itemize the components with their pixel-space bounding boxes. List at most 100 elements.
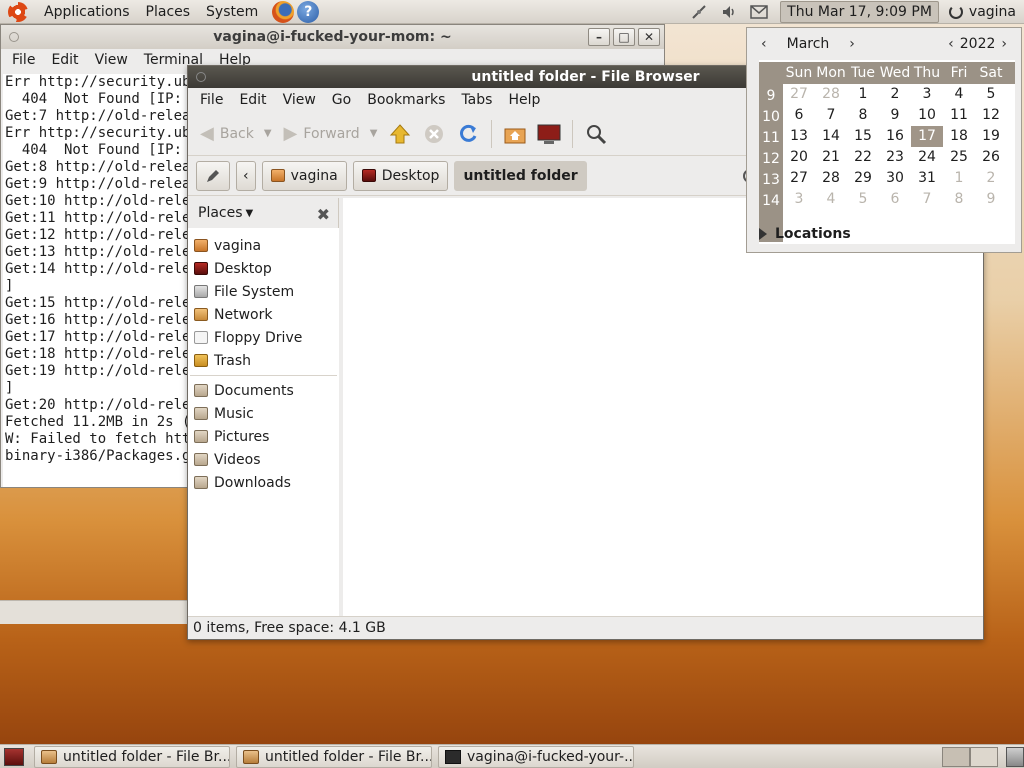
next-year-button[interactable]: › [995, 36, 1013, 52]
calendar-day[interactable]: 27 [783, 168, 815, 189]
calendar-day[interactable]: 7 [815, 105, 847, 126]
calendar-day[interactable]: 3 [783, 189, 815, 210]
workspace-2[interactable] [970, 746, 998, 767]
up-button[interactable] [383, 118, 417, 150]
calendar-day[interactable]: 12 [975, 105, 1007, 126]
calendar-day[interactable]: 13 [783, 126, 815, 147]
calendar-day[interactable]: 17 [911, 126, 943, 147]
network-icon[interactable] [690, 3, 708, 21]
terminal-menu-file[interactable]: File [4, 52, 43, 68]
minimize-button[interactable]: – [588, 28, 610, 46]
sidebar-type-selector[interactable]: Places ▼ [188, 198, 338, 228]
calendar-day[interactable]: 8 [847, 105, 879, 126]
calendar-day[interactable]: 24 [911, 147, 943, 168]
reload-button[interactable] [451, 118, 485, 150]
help-icon[interactable]: ? [297, 0, 320, 23]
next-month-button[interactable]: › [843, 36, 861, 52]
taskbar-button[interactable]: untitled folder - File Br... [236, 745, 432, 768]
calendar-day[interactable]: 19 [975, 126, 1007, 147]
mail-icon[interactable] [750, 3, 768, 21]
calendar-day[interactable]: 11 [943, 105, 975, 126]
user-menu[interactable]: vagina [939, 4, 1024, 20]
calendar-day[interactable]: 23 [879, 147, 911, 168]
close-button[interactable]: ✕ [638, 28, 660, 46]
terminal-menu-view[interactable]: View [87, 52, 136, 68]
places-menu[interactable]: Places [138, 4, 199, 20]
path-button-current[interactable]: untitled folder [454, 160, 587, 191]
calendar-day[interactable]: 6 [879, 189, 911, 210]
calendar-day[interactable]: 26 [975, 147, 1007, 168]
sidebar-item-vagina[interactable]: vagina [188, 234, 339, 257]
calendar-day[interactable]: 6 [783, 105, 815, 126]
sidebar-item-desktop[interactable]: Desktop [188, 257, 339, 280]
calendar-day[interactable]: 4 [815, 189, 847, 210]
calendar-day[interactable]: 1 [943, 168, 975, 189]
sidebar-item-downloads[interactable]: Downloads [188, 471, 339, 494]
applications-menu[interactable]: Applications [36, 4, 138, 20]
calendar-day[interactable]: 25 [943, 147, 975, 168]
calendar-day[interactable]: 20 [783, 147, 815, 168]
sidebar-item-file-system[interactable]: File System [188, 280, 339, 303]
calendar-day[interactable]: 9 [879, 105, 911, 126]
menu-file[interactable]: File [192, 92, 231, 108]
calendar-day[interactable]: 22 [847, 147, 879, 168]
calendar-day[interactable]: 15 [847, 126, 879, 147]
calendar-day[interactable]: 14 [815, 126, 847, 147]
calendar-day[interactable]: 10 [911, 105, 943, 126]
calendar-day[interactable]: 31 [911, 168, 943, 189]
sidebar-item-floppy-drive[interactable]: Floppy Drive [188, 326, 339, 349]
calendar-day[interactable]: 7 [911, 189, 943, 210]
taskbar-button[interactable]: vagina@i-fucked-your-... [438, 745, 634, 768]
home-button[interactable] [498, 118, 532, 150]
calendar-day[interactable]: 28 [815, 168, 847, 189]
ubuntu-logo-icon[interactable] [8, 1, 28, 22]
clock-button[interactable]: Thu Mar 17, 9:09 PM [780, 0, 939, 23]
close-sidebar-icon[interactable]: ✖ [317, 205, 330, 224]
calendar-day[interactable]: 3 [911, 84, 943, 105]
calendar-day[interactable]: 8 [943, 189, 975, 210]
back-button[interactable]: ◀ Back ▼ [194, 118, 278, 150]
calendar-day[interactable]: 5 [975, 84, 1007, 105]
locations-expander[interactable]: Locations [759, 226, 851, 242]
calendar-day[interactable]: 18 [943, 126, 975, 147]
forward-button[interactable]: ▶ Forward ▼ [278, 118, 384, 150]
calendar-day[interactable]: 5 [847, 189, 879, 210]
sidebar-item-network[interactable]: Network [188, 303, 339, 326]
menu-help[interactable]: Help [500, 92, 548, 108]
calendar-day[interactable]: 9 [975, 189, 1007, 210]
trash-applet-icon[interactable] [1006, 746, 1024, 767]
computer-button[interactable] [532, 118, 566, 150]
terminal-titlebar[interactable]: vagina@i-fucked-your-mom: ~ – □ ✕ [1, 25, 664, 49]
workspace-1[interactable] [942, 746, 970, 767]
calendar-day[interactable]: 4 [943, 84, 975, 105]
menu-edit[interactable]: Edit [231, 92, 274, 108]
prev-month-button[interactable]: ‹ [755, 36, 773, 52]
sidebar-item-trash[interactable]: Trash [188, 349, 339, 372]
menu-view[interactable]: View [275, 92, 324, 108]
path-button-home[interactable]: vagina [261, 160, 347, 191]
firefox-icon[interactable] [272, 0, 295, 23]
window-menu-icon[interactable] [9, 32, 19, 42]
calendar-day[interactable]: 30 [879, 168, 911, 189]
maximize-button[interactable]: □ [613, 28, 635, 46]
menu-bookmarks[interactable]: Bookmarks [359, 92, 453, 108]
edit-location-button[interactable] [196, 160, 230, 191]
menu-go[interactable]: Go [324, 92, 359, 108]
show-desktop-button[interactable] [4, 747, 24, 766]
sidebar-item-videos[interactable]: Videos [188, 448, 339, 471]
file-view-area[interactable] [343, 198, 983, 616]
volume-icon[interactable] [720, 3, 738, 21]
calendar-day[interactable]: 28 [815, 84, 847, 105]
calendar-day[interactable]: 2 [975, 168, 1007, 189]
calendar-day[interactable]: 21 [815, 147, 847, 168]
search-button[interactable] [579, 118, 613, 150]
window-menu-icon[interactable] [196, 72, 206, 82]
calendar-day[interactable]: 16 [879, 126, 911, 147]
sidebar-item-documents[interactable]: Documents [188, 379, 339, 402]
terminal-menu-edit[interactable]: Edit [43, 52, 86, 68]
sidebar-item-music[interactable]: Music [188, 402, 339, 425]
calendar-day[interactable]: 27 [783, 84, 815, 105]
path-button-desktop[interactable]: Desktop [352, 160, 449, 191]
calendar-day[interactable]: 1 [847, 84, 879, 105]
stop-button[interactable] [417, 118, 451, 150]
